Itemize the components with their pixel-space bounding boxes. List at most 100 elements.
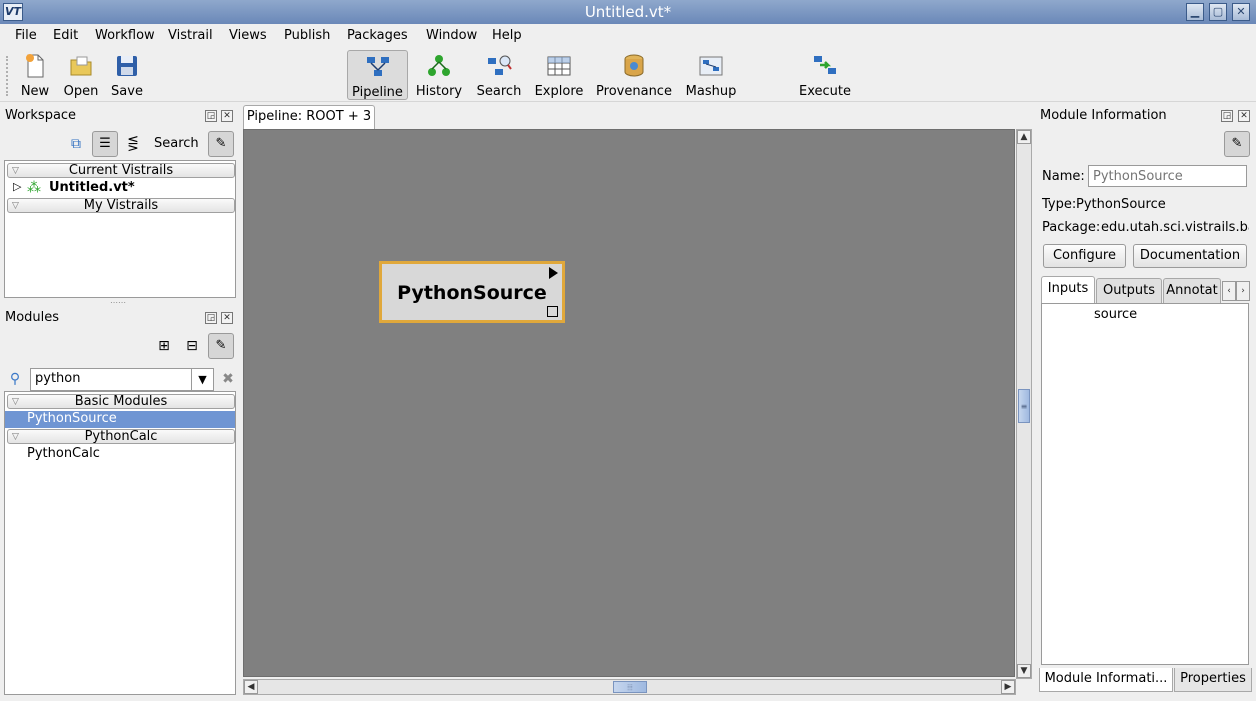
collapse-arrow-icon: ▽ [12, 166, 19, 176]
explore-button[interactable]: Explore [533, 50, 585, 100]
menu-vistrail[interactable]: Vistrail [168, 28, 213, 43]
module-info-pin-icon[interactable]: ✎ [1224, 131, 1250, 157]
history-button[interactable]: History [414, 50, 464, 100]
workspace-tree-icon[interactable]: ⧉ [64, 133, 88, 155]
tab-scroll-right-icon[interactable]: › [1236, 281, 1250, 301]
pipeline-canvas[interactable] [243, 129, 1015, 677]
modules-list: ▽ Basic Modules PythonSource ▽ PythonCal… [4, 391, 236, 695]
expand-arrow-icon[interactable]: ▷ [13, 180, 21, 193]
provenance-label: Provenance [596, 84, 672, 99]
vistrail-tree-icon: ⁂ [27, 180, 41, 196]
close-button[interactable]: ✕ [1232, 3, 1250, 21]
workspace-float-button[interactable]: ◲ [205, 110, 217, 122]
menu-window[interactable]: Window [426, 28, 477, 43]
maximize-button[interactable]: ▢ [1209, 3, 1227, 21]
chevron-down-icon[interactable]: ▼ [191, 369, 213, 390]
open-button[interactable]: Open [62, 50, 100, 100]
menu-bar: File Edit Workflow Vistrail Views Publis… [0, 24, 1256, 48]
tab-properties[interactable]: Properties [1174, 668, 1252, 692]
tab-outputs[interactable]: Outputs [1096, 278, 1162, 303]
input-port-item[interactable]: source [1094, 307, 1137, 322]
scroll-left-icon[interactable]: ◀ [244, 680, 258, 694]
menu-file[interactable]: File [15, 28, 37, 43]
basic-modules-group[interactable]: ▽ Basic Modules [7, 394, 235, 409]
execute-button[interactable]: Execute [797, 50, 853, 100]
search-pipeline-icon [488, 55, 512, 75]
collapse-arrow-icon: ▽ [12, 432, 19, 442]
vertical-scroll-thumb[interactable]: ≡ [1018, 389, 1030, 423]
vistrail-item[interactable]: Untitled.vt* [49, 180, 135, 195]
expand-all-icon[interactable]: ⊞ [152, 335, 176, 357]
tab-annotations[interactable]: Annotat [1163, 278, 1221, 303]
scroll-right-icon[interactable]: ▶ [1001, 680, 1015, 694]
save-button[interactable]: Save [108, 50, 146, 100]
search-button[interactable]: Search [474, 50, 524, 100]
database-icon [624, 54, 644, 77]
grid-icon [547, 56, 571, 76]
workspace-pin-icon[interactable]: ✎ [208, 131, 234, 157]
menu-publish[interactable]: Publish [284, 28, 330, 43]
scroll-up-icon[interactable]: ▲ [1017, 130, 1031, 144]
clear-search-icon[interactable]: ✖ [216, 368, 240, 390]
pythonsource-module[interactable]: PythonSource [379, 261, 565, 323]
configure-button[interactable]: Configure [1043, 244, 1126, 268]
module-search-input[interactable]: python [30, 368, 214, 391]
workspace-list: ▽ Current Vistrails ▷ ⁂ Untitled.vt* ▽ M… [4, 160, 236, 298]
module-info-close-button[interactable]: ✕ [1238, 110, 1250, 122]
tab-module-information[interactable]: Module Informati... [1039, 668, 1173, 692]
execute-icon [814, 56, 836, 74]
menu-edit[interactable]: Edit [53, 28, 78, 43]
mashup-button[interactable]: Mashup [684, 50, 738, 100]
output-port-icon[interactable] [549, 267, 558, 279]
workspace-close-button[interactable]: ✕ [221, 110, 233, 122]
current-vistrails-label: Current Vistrails [68, 163, 174, 178]
horizontal-scrollbar[interactable]: ◀ ⦙⦙⦙ ▶ [243, 679, 1016, 695]
pythoncalc-group[interactable]: ▽ PythonCalc [7, 429, 235, 444]
module-info-float-button[interactable]: ◲ [1221, 110, 1233, 122]
tab-scroll-left-icon[interactable]: ‹ [1222, 281, 1236, 301]
modules-float-button[interactable]: ◲ [205, 312, 217, 324]
floppy-icon [117, 56, 137, 76]
menu-packages[interactable]: Packages [347, 28, 408, 43]
provenance-button[interactable]: Provenance [595, 50, 673, 100]
inputs-list: source [1041, 303, 1249, 665]
tab-inputs[interactable]: Inputs [1041, 276, 1095, 303]
modules-pin-icon[interactable]: ✎ [208, 333, 234, 359]
toolbar-grip[interactable] [6, 56, 9, 96]
workspace-search-label[interactable]: Search [154, 136, 199, 151]
workspace-filter-icon[interactable]: ⋚ [121, 133, 145, 155]
basic-modules-label: Basic Modules [74, 394, 168, 409]
type-label: Type: [1042, 197, 1077, 212]
pipeline-tab[interactable]: Pipeline: ROOT + 3 [243, 105, 375, 129]
my-vistrails-label: My Vistrails [83, 198, 159, 213]
input-port-icon[interactable] [547, 306, 558, 317]
modules-close-button[interactable]: ✕ [221, 312, 233, 324]
module-name-field[interactable] [1088, 165, 1247, 187]
collapse-arrow-icon: ▽ [12, 397, 19, 407]
workspace-list-view-button[interactable]: ☰ [92, 131, 118, 157]
pipeline-button[interactable]: Pipeline [347, 50, 408, 100]
panel-splitter[interactable]: ⋯⋯ [110, 298, 126, 307]
my-vistrails-group[interactable]: ▽ My Vistrails [7, 198, 235, 213]
new-button[interactable]: New [16, 50, 54, 100]
vertical-scrollbar[interactable]: ▲ ≡ ▼ [1016, 129, 1032, 679]
scroll-down-icon[interactable]: ▼ [1017, 664, 1031, 678]
window-title: Untitled.vt* [584, 3, 672, 21]
module-name: PythonSource [397, 282, 547, 304]
collapse-arrow-icon: ▽ [12, 201, 19, 211]
current-vistrails-group[interactable]: ▽ Current Vistrails [7, 163, 235, 178]
documentation-button[interactable]: Documentation [1133, 244, 1247, 268]
toolbar: New Open Save Pipeline History Search Ex… [0, 48, 1256, 102]
menu-views[interactable]: Views [229, 28, 267, 43]
collapse-all-icon[interactable]: ⊟ [180, 335, 204, 357]
minimize-button[interactable]: ▁ [1186, 3, 1204, 21]
module-search-value: python [35, 371, 81, 386]
type-value: PythonSource [1076, 197, 1166, 212]
horizontal-scroll-thumb[interactable]: ⦙⦙⦙ [613, 681, 647, 693]
menu-workflow[interactable]: Workflow [95, 28, 155, 43]
new-label: New [20, 84, 50, 99]
module-info-title: Module Information [1040, 108, 1167, 123]
module-item-pythonsource[interactable]: PythonSource [5, 411, 235, 428]
menu-help[interactable]: Help [492, 28, 522, 43]
module-item-pythoncalc[interactable]: PythonCalc [27, 446, 100, 461]
